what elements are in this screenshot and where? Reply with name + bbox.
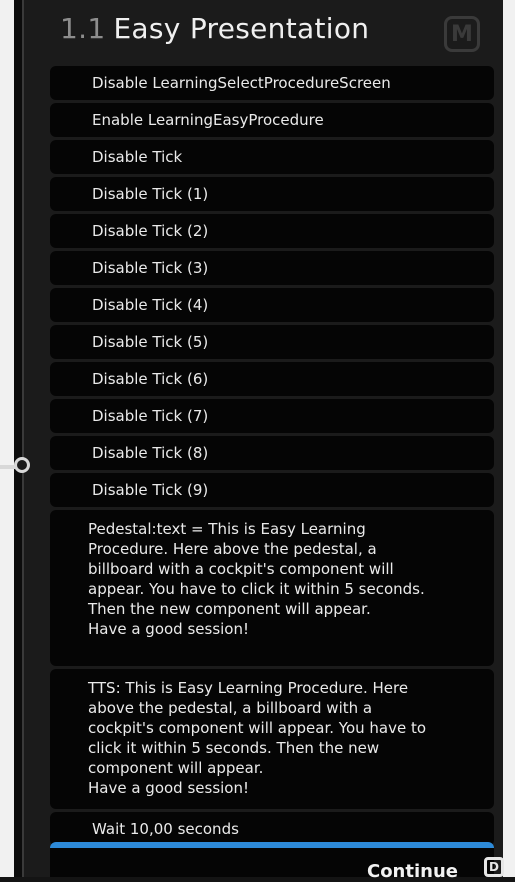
list-item-enable-procedure[interactable]: Enable LearningEasyProcedure [50,103,494,137]
list-item-disable-tick-2[interactable]: Disable Tick (2) [50,214,494,248]
tts-text-line: Have a good session! [88,779,250,797]
node-title-text: Easy Presentation [113,12,370,45]
input-port-icon[interactable] [14,457,30,473]
node-title: 1.1 Easy Presentation [60,12,369,45]
m-badge-icon: M [444,16,480,52]
action-list: Disable LearningSelectProcedureScreen En… [50,66,494,846]
right-background-stripe [501,0,515,877]
list-item-disable-tick-4[interactable]: Disable Tick (4) [50,288,494,322]
tts-text-line: click it within 5 seconds. Then the new [88,739,380,757]
pedestal-text-line: appear. You have to click it within 5 se… [88,580,425,598]
list-item-disable-tick[interactable]: Disable Tick [50,140,494,174]
list-item-disable-tick-1[interactable]: Disable Tick (1) [50,177,494,211]
pedestal-text-line: billboard with a cockpit's component wil… [88,560,394,578]
continue-label: Continue [366,861,458,882]
list-item-disable-tick-9[interactable]: Disable Tick (9) [50,473,494,507]
tts-text-line: above the pedestal, a billboard with a [88,699,373,717]
pedestal-text-line: Then the new component will appear. [88,600,371,618]
pedestal-text-line: Pedestal:text = This is Easy Learning [88,520,366,538]
list-item-disable-screen[interactable]: Disable LearningSelectProcedureScreen [50,66,494,100]
pedestal-text-line: Have a good session! [88,620,250,638]
node-title-number: 1.1 [60,12,106,45]
left-background-stripe [0,0,14,877]
list-item-disable-tick-6[interactable]: Disable Tick (6) [50,362,494,396]
list-item-pedestal-text[interactable]: Pedestal:text = This is Easy Learning Pr… [50,510,494,666]
left-edge-shadow [14,0,22,877]
list-item-disable-tick-3[interactable]: Disable Tick (3) [50,251,494,285]
pedestal-text-line: Procedure. Here above the pedestal, a [88,540,377,558]
tts-text-line: component will appear. [88,759,264,777]
list-item-disable-tick-7[interactable]: Disable Tick (7) [50,399,494,433]
tts-text-line: cockpit's component will appear. You hav… [88,719,427,737]
list-item-disable-tick-5[interactable]: Disable Tick (5) [50,325,494,359]
continue-port-icon[interactable]: D [484,857,504,877]
tts-text-line: TTS: This is Easy Learning Procedure. He… [88,679,409,697]
list-item-wait[interactable]: Wait 10,00 seconds [50,812,494,846]
list-item-tts[interactable]: TTS: This is Easy Learning Procedure. He… [50,669,494,809]
continue-output-bar[interactable]: Continue [50,842,494,882]
list-item-disable-tick-8[interactable]: Disable Tick (8) [50,436,494,470]
